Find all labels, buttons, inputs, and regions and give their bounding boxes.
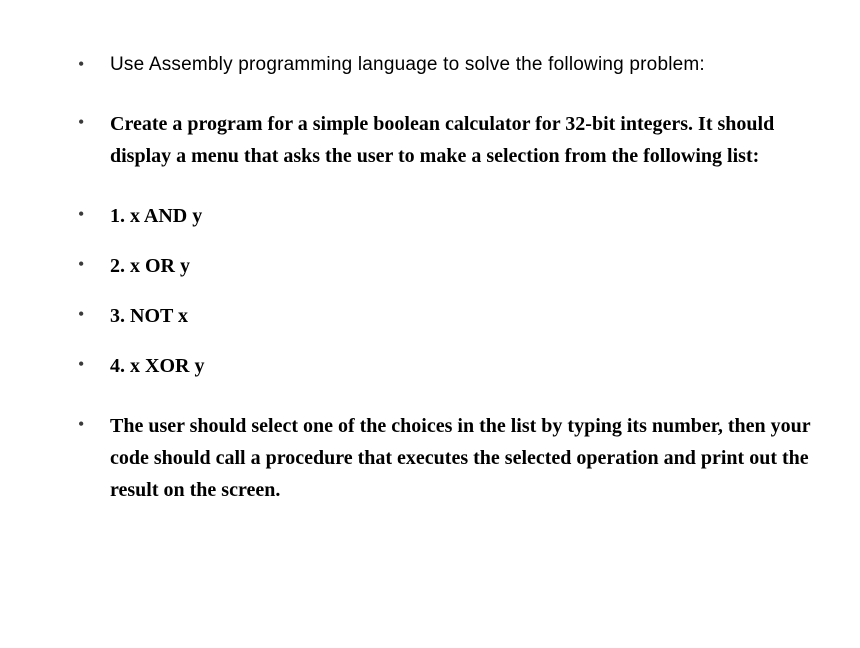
list-item: The user should select one of the choice… — [70, 410, 820, 506]
list-item: 1. x AND y — [70, 200, 820, 232]
item-text: The user should select one of the choice… — [110, 415, 810, 501]
item-text: Create a program for a simple boolean ca… — [110, 113, 774, 167]
item-text: Use Assembly programming language to sol… — [110, 54, 705, 75]
item-text: 3. NOT x — [110, 305, 188, 327]
item-text: 4. x XOR y — [110, 355, 204, 377]
list-item: 4. x XOR y — [70, 350, 820, 382]
list-item: 3. NOT x — [70, 300, 820, 332]
list-item: 2. x OR y — [70, 250, 820, 282]
list-item: Create a program for a simple boolean ca… — [70, 108, 820, 172]
item-text: 2. x OR y — [110, 255, 190, 277]
list-item: Use Assembly programming language to sol… — [70, 50, 820, 80]
problem-statement-list: Use Assembly programming language to sol… — [70, 50, 820, 506]
item-text: 1. x AND y — [110, 205, 202, 227]
